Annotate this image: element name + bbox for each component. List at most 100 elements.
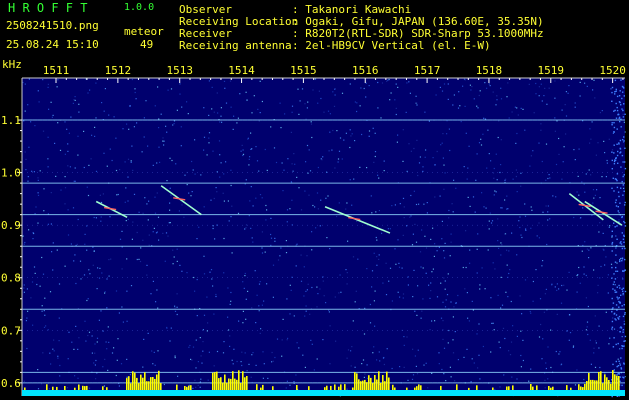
noise-dot <box>501 244 503 246</box>
noise-dot <box>372 127 374 129</box>
noise-dot <box>165 232 168 234</box>
noise-dot <box>128 128 130 130</box>
noise-dot <box>228 329 230 331</box>
noise-dot <box>32 238 34 240</box>
noise-dot <box>425 149 427 151</box>
noise-dot <box>471 358 473 360</box>
noise-dot <box>386 348 388 350</box>
noise-dot <box>47 166 49 168</box>
noise-dot <box>531 209 533 211</box>
noise-dot <box>146 264 148 266</box>
noise-dot <box>73 99 75 101</box>
edge-noise-dot <box>622 109 624 112</box>
noise-dot <box>446 133 448 135</box>
noise-dot <box>264 251 266 253</box>
noise-dot <box>64 121 66 123</box>
activity-bar <box>582 387 584 390</box>
noise-dot <box>434 320 436 322</box>
noise-dot <box>173 256 175 258</box>
noise-dot <box>614 284 616 286</box>
noise-dot <box>560 364 562 366</box>
noise-dot <box>41 256 43 259</box>
noise-dot <box>397 86 399 88</box>
noise-dot <box>317 208 319 210</box>
noise-dot <box>406 82 408 84</box>
edge-noise-dot <box>616 179 618 182</box>
noise-dot <box>438 352 440 354</box>
noise-dot <box>408 81 410 83</box>
noise-dot <box>532 300 534 302</box>
activity-bar <box>148 381 150 390</box>
noise-dot <box>608 343 610 345</box>
activity-bar <box>356 373 358 390</box>
edge-noise-dot <box>611 250 613 252</box>
noise-dot <box>543 95 545 97</box>
noise-dot <box>229 345 231 347</box>
noise-dot <box>118 385 120 387</box>
edge-noise-dot <box>620 104 622 106</box>
noise-dot <box>84 233 86 235</box>
noise-dot <box>585 297 587 299</box>
noise-dot <box>350 350 352 352</box>
file-name: 2508241510.png <box>6 19 99 32</box>
activity-bar <box>140 374 142 390</box>
noise-dot <box>359 105 361 107</box>
noise-dot <box>522 359 524 362</box>
noise-dot <box>375 236 377 239</box>
edge-noise-dot <box>618 318 620 320</box>
edge-noise-dot <box>614 226 616 228</box>
edge-noise-dot <box>612 288 614 290</box>
noise-dot <box>377 81 379 84</box>
noise-dot <box>209 271 211 273</box>
noise-dot <box>270 217 272 219</box>
noise-dot <box>532 280 534 283</box>
activity-bar <box>536 385 538 390</box>
noise-dot <box>94 343 96 345</box>
noise-dot <box>213 197 215 200</box>
noise-dot <box>504 337 506 340</box>
edge-noise-dot <box>617 191 620 193</box>
noise-dot <box>398 266 401 268</box>
noise-dot <box>402 129 404 131</box>
noise-dot <box>382 282 384 284</box>
edge-noise-dot <box>614 278 617 280</box>
noise-dot <box>338 150 341 152</box>
noise-dot <box>490 351 492 353</box>
y-axis-unit-label: kHz <box>2 58 22 71</box>
noise-dot <box>565 115 568 117</box>
noise-dot <box>590 247 592 249</box>
noise-dot <box>511 376 513 378</box>
noise-dot <box>47 223 49 225</box>
noise-dot <box>417 349 419 351</box>
noise-dot <box>410 150 412 152</box>
noise-dot <box>412 374 415 376</box>
noise-dot <box>359 166 361 168</box>
noise-dot <box>339 274 341 276</box>
edge-noise-dot <box>621 305 623 307</box>
noise-dot <box>448 217 450 219</box>
activity-bar <box>604 374 606 390</box>
noise-dot <box>487 249 489 251</box>
noise-dot <box>436 150 438 153</box>
noise-dot <box>310 123 313 125</box>
noise-dot <box>401 267 403 269</box>
noise-dot <box>328 150 330 152</box>
noise-dot <box>265 219 267 221</box>
noise-dot <box>279 255 281 257</box>
edge-noise-dot <box>616 186 619 189</box>
noise-dot <box>87 92 89 94</box>
noise-dot <box>395 107 397 109</box>
activity-bar <box>548 386 550 390</box>
x-tick-label: 1516 <box>352 64 379 77</box>
activity-bar <box>246 376 248 390</box>
noise-dot <box>256 160 259 162</box>
noise-dot <box>389 267 392 269</box>
noise-dot <box>574 159 576 161</box>
noise-dot <box>506 208 508 210</box>
noise-dot <box>142 366 144 368</box>
noise-dot <box>203 255 205 257</box>
noise-dot <box>426 202 428 204</box>
noise-dot <box>200 355 202 357</box>
noise-dot <box>34 213 36 215</box>
noise-dot <box>464 105 466 107</box>
